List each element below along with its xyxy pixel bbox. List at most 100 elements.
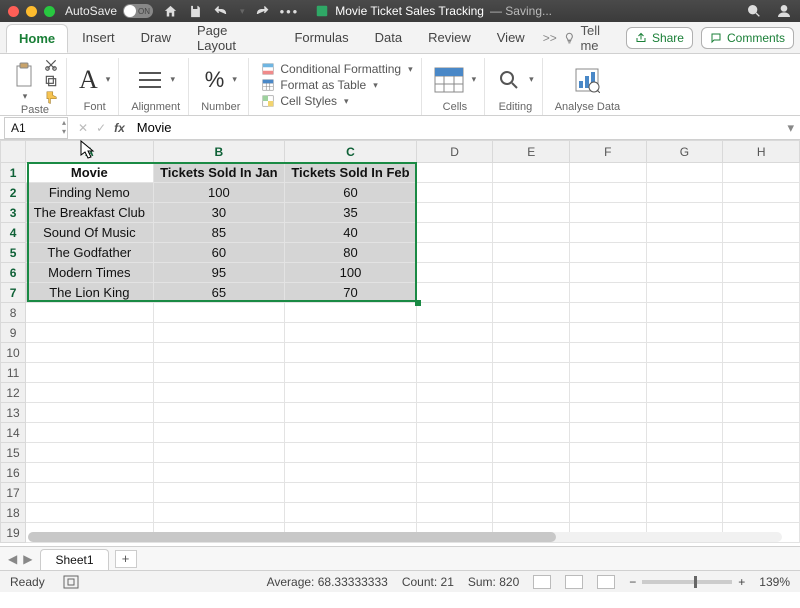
more-commands-icon[interactable]: •••: [280, 4, 300, 19]
cell-B1[interactable]: Tickets Sold In Jan: [153, 163, 285, 183]
enter-formula-icon[interactable]: ✓: [96, 121, 106, 135]
spreadsheet-grid[interactable]: A B C D E F G H 1 Movie Tickets Sold In …: [0, 140, 800, 546]
editing-icon[interactable]: [497, 68, 521, 92]
comments-button[interactable]: Comments: [701, 27, 794, 49]
tab-draw[interactable]: Draw: [129, 24, 183, 51]
cell-B2[interactable]: 100: [153, 183, 285, 203]
number-dropdown-icon[interactable]: ▾: [232, 74, 237, 85]
add-sheet-button[interactable]: +: [115, 550, 137, 568]
close-window-icon[interactable]: [8, 6, 19, 17]
macro-record-icon[interactable]: [63, 575, 79, 589]
row-header-15[interactable]: 15: [1, 443, 26, 463]
cell-B7[interactable]: 65: [153, 283, 285, 303]
paste-button[interactable]: [12, 61, 38, 91]
row-header-1[interactable]: 1: [1, 163, 26, 183]
cell-A3[interactable]: The Breakfast Club: [26, 203, 153, 223]
number-format-icon[interactable]: %: [205, 67, 225, 93]
row-header-5[interactable]: 5: [1, 243, 26, 263]
tell-me-search[interactable]: Tell me: [563, 23, 618, 53]
cell-C6[interactable]: 100: [285, 263, 417, 283]
row-header-4[interactable]: 4: [1, 223, 26, 243]
row-header-12[interactable]: 12: [1, 383, 26, 403]
row-header-13[interactable]: 13: [1, 403, 26, 423]
row-header-18[interactable]: 18: [1, 503, 26, 523]
zoom-out-icon[interactable]: −: [629, 575, 636, 589]
search-icon[interactable]: [746, 3, 762, 19]
cell-styles-button[interactable]: Cell Styles▾: [261, 94, 412, 108]
col-header-A[interactable]: A: [26, 141, 153, 163]
paste-dropdown-icon[interactable]: ▾: [23, 91, 28, 102]
tab-formulas[interactable]: Formulas: [282, 24, 360, 51]
cell-C4[interactable]: 40: [285, 223, 417, 243]
account-icon[interactable]: [776, 3, 792, 19]
zoom-slider[interactable]: − +: [629, 575, 745, 589]
cell-B5[interactable]: 60: [153, 243, 285, 263]
col-header-G[interactable]: G: [646, 141, 723, 163]
format-as-table-button[interactable]: Format as Table▾: [261, 78, 412, 92]
tab-home[interactable]: Home: [6, 24, 68, 53]
col-header-F[interactable]: F: [570, 141, 647, 163]
font-icon[interactable]: A: [79, 65, 98, 95]
row-header-6[interactable]: 6: [1, 263, 26, 283]
fx-icon[interactable]: fx: [114, 121, 125, 135]
sheet-tab-sheet1[interactable]: Sheet1: [40, 549, 108, 570]
row-header-19[interactable]: 19: [1, 523, 26, 543]
cell-B6[interactable]: 95: [153, 263, 285, 283]
cells-dropdown-icon[interactable]: ▾: [472, 74, 477, 85]
cell-C7[interactable]: 70: [285, 283, 417, 303]
col-header-D[interactable]: D: [416, 141, 493, 163]
cell-C5[interactable]: 80: [285, 243, 417, 263]
cell-C2[interactable]: 60: [285, 183, 417, 203]
zoom-in-icon[interactable]: +: [738, 575, 745, 589]
font-dropdown-icon[interactable]: ▾: [106, 74, 111, 85]
sheet-nav-next-icon[interactable]: ▶: [23, 552, 32, 566]
autosave-switch-icon[interactable]: ON: [123, 4, 153, 18]
horizontal-scrollbar[interactable]: [28, 532, 782, 542]
view-page-layout-icon[interactable]: [565, 575, 583, 589]
cut-icon[interactable]: [44, 58, 58, 72]
copy-icon[interactable]: [44, 74, 58, 88]
undo-dropdown-icon[interactable]: ▾: [240, 6, 245, 17]
cell-A6[interactable]: Modern Times: [26, 263, 153, 283]
row-header-17[interactable]: 17: [1, 483, 26, 503]
cell-A7[interactable]: The Lion King: [26, 283, 153, 303]
row-header-8[interactable]: 8: [1, 303, 26, 323]
cell-B3[interactable]: 30: [153, 203, 285, 223]
cancel-formula-icon[interactable]: ✕: [78, 121, 88, 135]
more-tabs-icon[interactable]: >>: [539, 31, 561, 45]
cells-icon[interactable]: [434, 67, 464, 93]
col-header-H[interactable]: H: [723, 141, 800, 163]
col-header-B[interactable]: B: [153, 141, 285, 163]
format-painter-icon[interactable]: [44, 90, 58, 104]
editing-dropdown-icon[interactable]: ▾: [529, 74, 534, 85]
cell-A2[interactable]: Finding Nemo: [26, 183, 153, 203]
cell-A4[interactable]: Sound Of Music: [26, 223, 153, 243]
autosave-toggle[interactable]: AutoSave ON: [65, 4, 153, 18]
view-normal-icon[interactable]: [533, 575, 551, 589]
analyse-data-icon[interactable]: [574, 67, 600, 93]
tab-page-layout[interactable]: Page Layout: [185, 17, 280, 59]
alignment-icon[interactable]: [137, 69, 163, 91]
zoom-window-icon[interactable]: [44, 6, 55, 17]
tab-review[interactable]: Review: [416, 24, 483, 51]
formula-input[interactable]: [131, 120, 782, 135]
col-header-C[interactable]: C: [285, 141, 417, 163]
tab-insert[interactable]: Insert: [70, 24, 127, 51]
expand-formula-bar-icon[interactable]: ▾: [781, 120, 800, 136]
row-header-10[interactable]: 10: [1, 343, 26, 363]
zoom-level[interactable]: 139%: [759, 575, 790, 589]
share-button[interactable]: Share: [626, 27, 693, 49]
row-header-16[interactable]: 16: [1, 463, 26, 483]
row-header-7[interactable]: 7: [1, 283, 26, 303]
view-page-break-icon[interactable]: [597, 575, 615, 589]
row-header-14[interactable]: 14: [1, 423, 26, 443]
conditional-formatting-button[interactable]: Conditional Formatting▾: [261, 62, 412, 76]
name-box[interactable]: A1 ▴▾: [4, 117, 68, 139]
select-all-corner[interactable]: [1, 141, 26, 163]
sheet-nav-prev-icon[interactable]: ◀: [8, 552, 17, 566]
cell-A1[interactable]: Movie: [26, 163, 153, 183]
cell-C1[interactable]: Tickets Sold In Feb: [285, 163, 417, 183]
row-header-2[interactable]: 2: [1, 183, 26, 203]
tab-data[interactable]: Data: [363, 24, 414, 51]
row-header-11[interactable]: 11: [1, 363, 26, 383]
